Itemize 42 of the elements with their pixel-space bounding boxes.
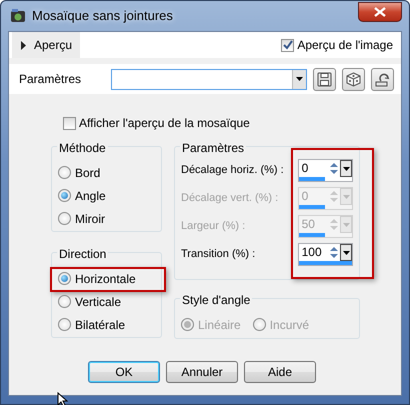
field-label: Largeur (%) : [181,219,246,234]
radio-option[interactable]: Miroir [58,207,155,230]
field-label: Transition (%) : [181,247,256,262]
caret-icon [342,166,350,170]
preview-toggle[interactable]: Aperçu [12,32,80,58]
radio-option[interactable]: Verticale [58,290,155,313]
image-preview-checkbox[interactable]: Aperçu de l'image [281,36,393,54]
presets-label: Paramètres [19,71,82,88]
spin-arrows-icon [330,162,338,175]
radio-option[interactable]: Bilatérale [58,313,155,336]
app-icon [10,9,26,23]
randomize-button[interactable] [342,68,365,90]
mouse-cursor-icon [57,392,68,405]
expand-icon [20,40,28,50]
radio-option[interactable]: Bord [58,161,155,184]
dialog-button[interactable]: Aide [244,361,316,383]
radio-option[interactable]: Angle [58,184,155,207]
reset-button[interactable] [371,68,394,90]
spin-arrows-icon [330,190,338,203]
checkmark-icon [282,40,293,50]
close-button[interactable] [358,2,402,22]
window-title: Mosaïque sans jointures [32,7,173,26]
dialog-button[interactable]: OK [88,361,160,383]
caret-icon [342,194,350,198]
radio-option[interactable]: Horizontale [58,267,155,290]
dice-icon [346,72,361,86]
dialog-button[interactable]: Annuler [166,361,238,383]
caret-icon [342,250,350,254]
tile-preview-checkbox[interactable]: Afficher l'aperçu de la mosaïque [63,114,401,132]
spin-field[interactable]: 100 [298,243,353,266]
floppy-icon [317,72,332,86]
field-label: Décalage horiz. (%) : [181,163,285,178]
close-icon [374,7,386,17]
presets-dropdown[interactable] [111,68,307,90]
save-preset-button[interactable] [313,68,336,90]
caret-icon [342,222,350,226]
reset-icon [374,72,390,86]
field-label: Décalage vert. (%) : [181,191,280,206]
spin-arrows-icon [330,246,338,259]
caret-icon [296,77,303,81]
spin-arrows-icon [330,218,338,231]
spin-field[interactable]: 0 [298,159,353,182]
